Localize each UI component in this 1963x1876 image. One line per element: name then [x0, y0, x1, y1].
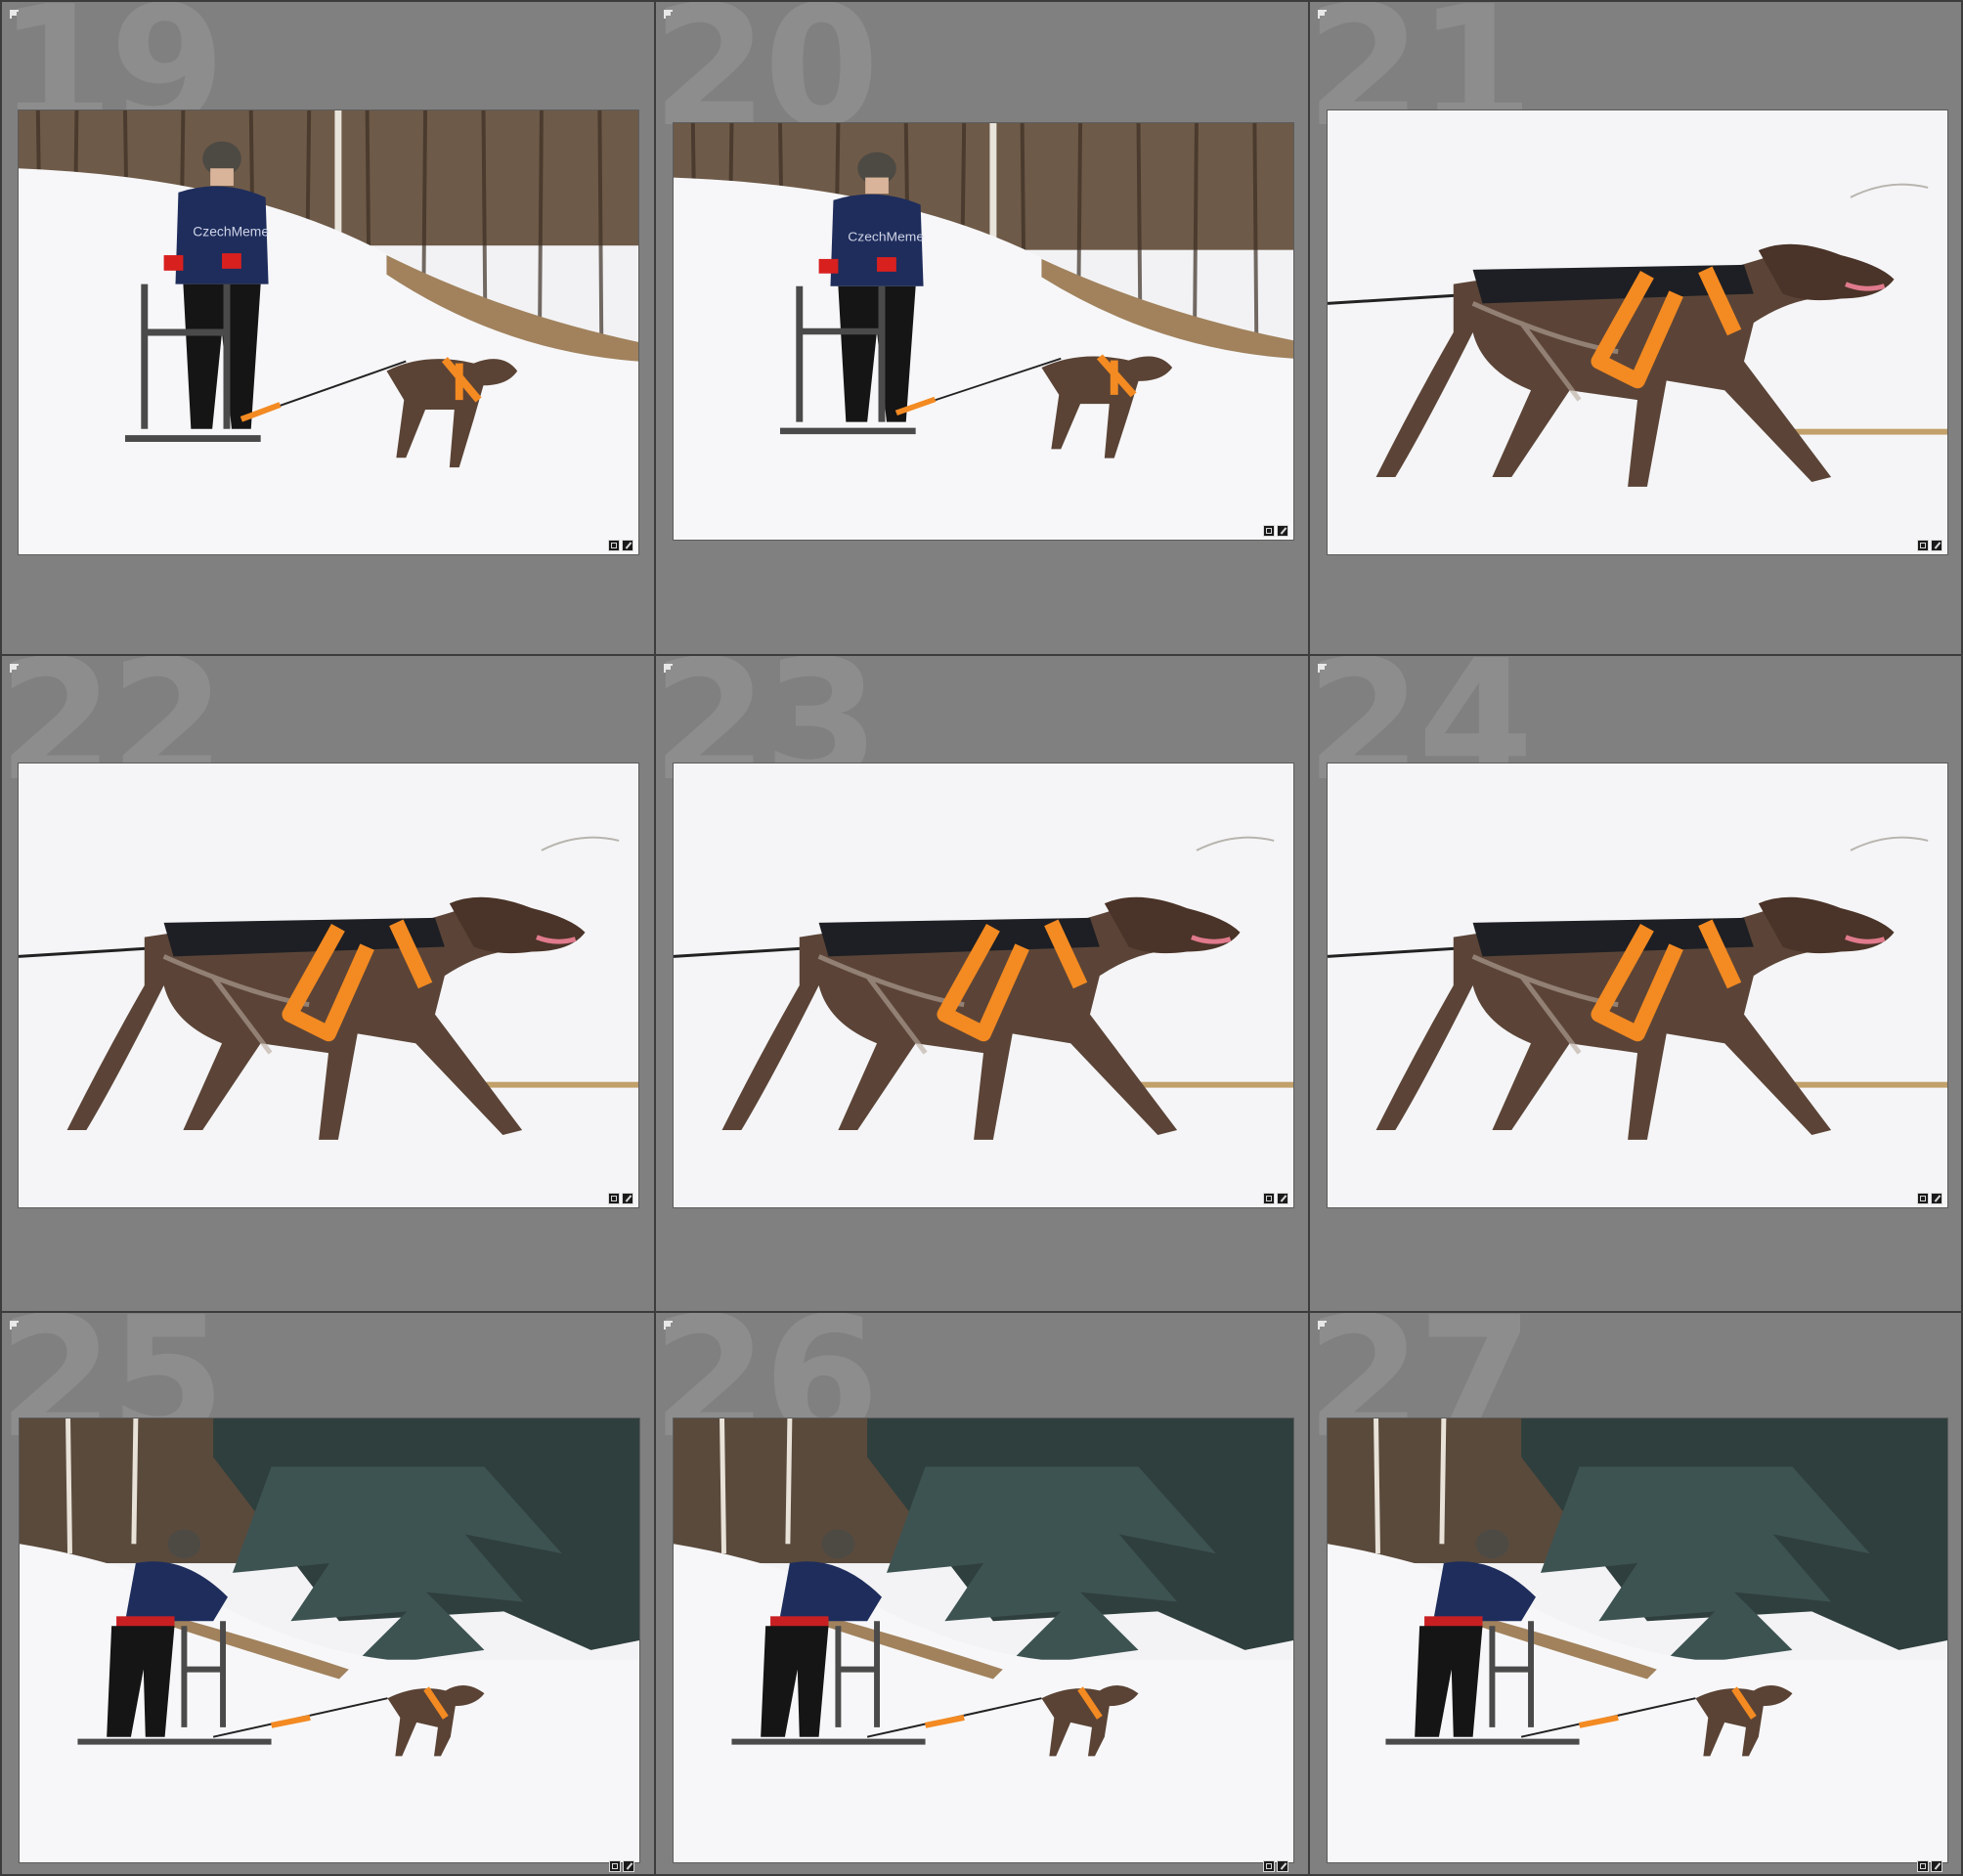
crop-badge-icon[interactable]	[608, 540, 620, 551]
develop-adjusted-icon[interactable]	[1277, 525, 1288, 537]
thumbnail-cell[interactable]: 23	[656, 656, 1308, 1311]
thumbnail-photo[interactable]	[19, 1418, 640, 1863]
thumbnail-badges	[1263, 1193, 1288, 1204]
photo-image	[674, 763, 1293, 1207]
thumbnail-badges	[1917, 1860, 1942, 1872]
thumbnail-badges	[1917, 540, 1942, 551]
thumbnail-badges	[608, 540, 633, 551]
hoodie-logo-text: CzechMeme	[848, 230, 924, 243]
photo-image	[1328, 763, 1947, 1207]
develop-adjusted-icon[interactable]	[1931, 540, 1942, 551]
flag-icon[interactable]	[1318, 664, 1327, 673]
develop-adjusted-icon[interactable]	[1277, 1193, 1288, 1204]
flag-icon[interactable]	[10, 664, 19, 673]
thumbnail-cell[interactable]: 19 CzechMeme	[2, 2, 654, 654]
flag-icon[interactable]	[10, 1321, 19, 1330]
photo-image: CzechMeme	[674, 123, 1293, 540]
photo-image	[674, 1418, 1293, 1862]
develop-adjusted-icon[interactable]	[622, 1193, 633, 1204]
flag-icon[interactable]	[664, 1321, 673, 1330]
develop-adjusted-icon[interactable]	[1931, 1193, 1942, 1204]
thumbnail-cell[interactable]: 24	[1310, 656, 1961, 1311]
thumbnail-cell[interactable]: 25	[2, 1313, 654, 1874]
thumbnail-cell[interactable]: 20 CzechMeme	[656, 2, 1308, 654]
thumbnail-cell[interactable]: 21	[1310, 2, 1961, 654]
develop-adjusted-icon[interactable]	[623, 1860, 634, 1872]
crop-badge-icon[interactable]	[1917, 1193, 1929, 1204]
thumbnail-cell[interactable]: 26	[656, 1313, 1308, 1874]
thumbnail-photo[interactable]	[1327, 1418, 1948, 1863]
develop-adjusted-icon[interactable]	[1931, 1860, 1942, 1872]
crop-badge-icon[interactable]	[608, 1193, 620, 1204]
develop-adjusted-icon[interactable]	[622, 540, 633, 551]
crop-badge-icon[interactable]	[1917, 540, 1929, 551]
flag-icon[interactable]	[10, 10, 19, 19]
flag-icon[interactable]	[664, 664, 673, 673]
hoodie-logo-text: CzechMeme	[193, 223, 269, 239]
flag-icon[interactable]	[1318, 10, 1327, 19]
photo-image	[1328, 110, 1947, 554]
crop-badge-icon[interactable]	[1263, 525, 1275, 537]
thumbnail-photo[interactable]	[1327, 109, 1948, 555]
thumbnail-badges	[609, 1860, 634, 1872]
photo-image	[1328, 1418, 1947, 1862]
flag-icon[interactable]	[664, 10, 673, 19]
photo-image	[20, 1418, 639, 1862]
thumbnail-badges	[1263, 525, 1288, 537]
thumbnail-photo[interactable]	[673, 763, 1294, 1208]
thumbnail-badges	[608, 1193, 633, 1204]
crop-badge-icon[interactable]	[1263, 1193, 1275, 1204]
thumbnail-badges	[1917, 1193, 1942, 1204]
photo-image	[19, 763, 638, 1207]
thumbnail-badges	[1263, 1860, 1288, 1872]
crop-badge-icon[interactable]	[1263, 1860, 1275, 1872]
develop-adjusted-icon[interactable]	[1277, 1860, 1288, 1872]
crop-badge-icon[interactable]	[609, 1860, 621, 1872]
thumbnail-cell[interactable]: 22	[2, 656, 654, 1311]
photo-image: CzechMeme	[19, 110, 638, 554]
flag-icon[interactable]	[1318, 1321, 1327, 1330]
thumbnail-photo[interactable]	[18, 763, 639, 1208]
filmstrip-grid: 19 CzechMeme 20 CzechMeme 21 22 23 24 25…	[0, 0, 1963, 1876]
thumbnail-photo[interactable]	[1327, 763, 1948, 1208]
thumbnail-photo[interactable]: CzechMeme	[673, 122, 1294, 541]
thumbnail-cell[interactable]: 27	[1310, 1313, 1961, 1874]
thumbnail-photo[interactable]: CzechMeme	[18, 109, 639, 555]
thumbnail-photo[interactable]	[673, 1418, 1294, 1863]
crop-badge-icon[interactable]	[1917, 1860, 1929, 1872]
